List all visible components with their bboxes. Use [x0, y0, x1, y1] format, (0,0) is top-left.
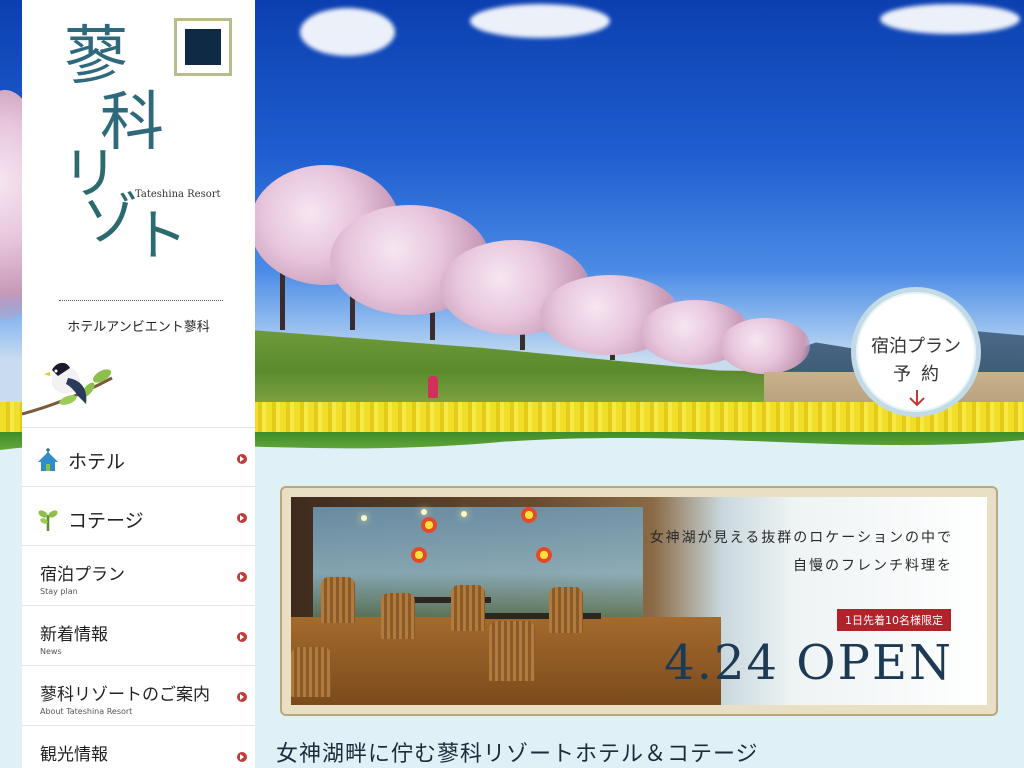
- nav-item-label: 宿泊プラン: [40, 565, 125, 585]
- reservation-label-line2: 予約: [893, 364, 949, 385]
- nav-item-news[interactable]: 新着情報 News: [22, 606, 255, 666]
- nav-item-label: ホテル: [68, 451, 126, 473]
- banner-chair: [549, 587, 583, 633]
- cloud: [470, 4, 610, 38]
- nav-item-sublabel: About Tateshina Resort: [40, 707, 133, 716]
- nav-item-cottage[interactable]: コテージ: [22, 487, 255, 546]
- banner-chair: [451, 585, 485, 631]
- nav-item-hotel[interactable]: ホテル: [22, 428, 255, 487]
- nav-item-sublabel: Stay plan: [40, 587, 78, 596]
- logo-kanji-char: 蓼: [64, 20, 128, 94]
- banner-flower: [521, 507, 537, 523]
- nav-item-label: コテージ: [68, 510, 144, 532]
- banner-chair: [381, 593, 415, 639]
- arrow-right-icon: [237, 692, 247, 702]
- arrow-down-icon: [909, 390, 925, 407]
- reservation-button[interactable]: 宿泊プラン 予約: [851, 287, 981, 417]
- logo-divider: [59, 300, 223, 301]
- nav-item-about[interactable]: 蓼科リゾートのご案内 About Tateshina Resort: [22, 666, 255, 726]
- reservation-label-line1: 宿泊プラン: [871, 336, 961, 357]
- bird-icon: [22, 362, 113, 416]
- banner-lamp: [361, 515, 367, 521]
- sprout-icon: [38, 510, 58, 531]
- arrow-right-icon: [237, 454, 247, 464]
- banner-flower: [411, 547, 427, 563]
- nav-item-stay-plan[interactable]: 宿泊プラン Stay plan: [22, 546, 255, 606]
- banner-chair: [489, 621, 535, 681]
- logo-english: Tateshina Resort: [135, 189, 221, 200]
- nav-item-label: 新着情報: [40, 625, 108, 645]
- hotel-name: ホテルアンビエント蓼科: [67, 320, 210, 335]
- arrow-right-icon: [237, 752, 247, 762]
- banner-flower: [421, 517, 437, 533]
- banner-chair: [321, 577, 355, 623]
- banner-flower: [536, 547, 552, 563]
- cloud: [300, 8, 395, 56]
- nav-item-sightseeing[interactable]: 観光情報: [22, 726, 255, 768]
- house-icon: [38, 448, 58, 471]
- limited-badge: 1日先着10名様限定: [837, 609, 951, 631]
- person-figure: [428, 376, 438, 398]
- banner-text-line1: 女神湖が見える抜群のロケーションの中で: [649, 530, 953, 546]
- banner-text-line2: 自慢のフレンチ料理を: [793, 558, 953, 574]
- restaurant-banner[interactable]: 女神湖が見える抜群のロケーションの中で 自慢のフレンチ料理を 1日先着10名様限…: [280, 486, 998, 716]
- cherry-tree: [720, 318, 810, 374]
- banner-image: 女神湖が見える抜群のロケーションの中で 自慢のフレンチ料理を 1日先着10名様限…: [291, 497, 987, 705]
- cloud: [880, 4, 1020, 34]
- nav-item-label: 蓼科リゾートのご案内: [40, 685, 210, 705]
- page-tagline: 女神湖畔に佇む蓼科リゾートホテル＆コテージ: [276, 742, 759, 767]
- banner-lamp: [421, 509, 427, 515]
- sidebar: 蓼 科 リ ゾ ー ト Tateshina Resort ホテルアンビエント蓼科…: [22, 0, 255, 768]
- logo-kanji[interactable]: 蓼 科: [64, 24, 174, 156]
- arrow-right-icon: [237, 513, 247, 523]
- logo-kana[interactable]: リ ゾ ー ト: [62, 147, 192, 265]
- nav-item-sublabel: News: [40, 647, 62, 656]
- logo-mark: [174, 18, 232, 76]
- banner-lamp: [461, 511, 467, 517]
- banner-chair: [291, 647, 331, 697]
- main-nav: ホテル コテージ 宿泊プラン Stay plan 新着情報 News 蓼科リゾー…: [22, 427, 255, 768]
- nav-item-label: 観光情報: [40, 745, 108, 765]
- arrow-right-icon: [237, 632, 247, 642]
- arrow-right-icon: [237, 572, 247, 582]
- open-date: 4.24 OPEN: [664, 635, 953, 691]
